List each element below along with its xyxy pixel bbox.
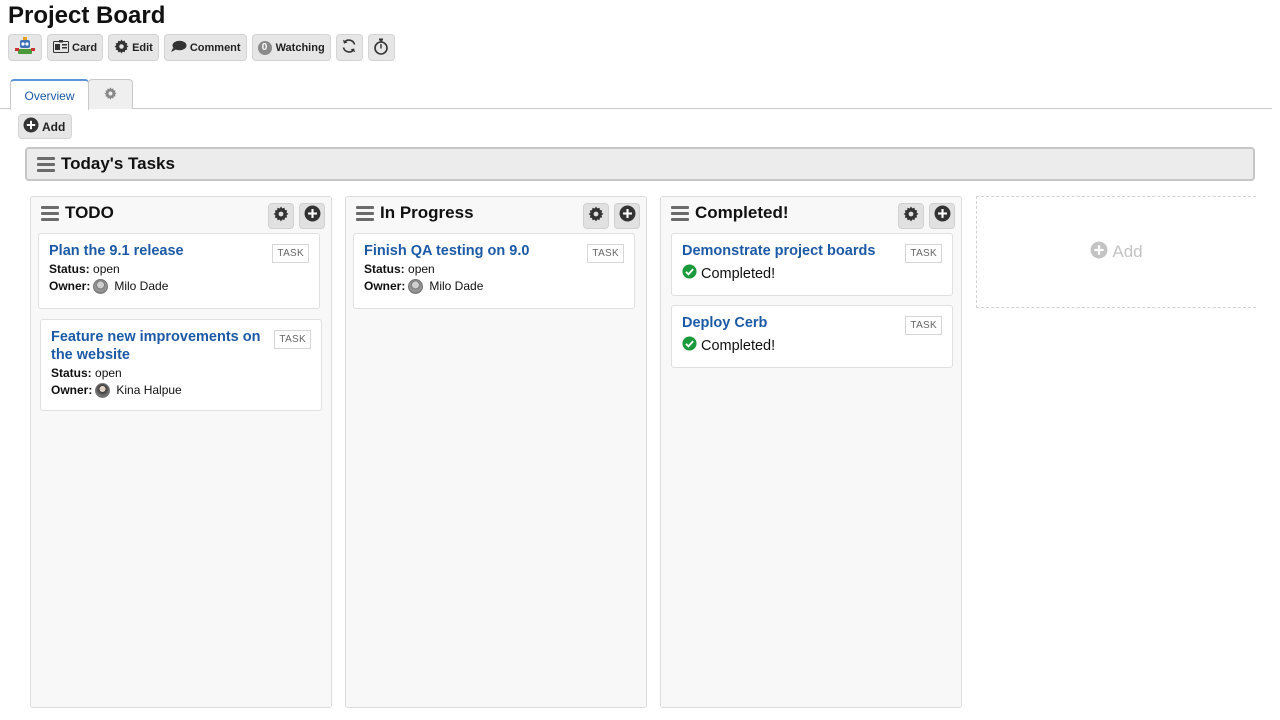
comment-button[interactable]: Comment (163, 34, 247, 61)
comment-icon (170, 40, 187, 56)
column-title: In Progress (380, 203, 474, 222)
board-column-completed: Completed! Demonstrate project boards TA… (660, 196, 962, 708)
status-value: open (93, 262, 120, 276)
card-title-link[interactable]: Deploy Cerb (682, 314, 942, 332)
task-card[interactable]: Feature new improvements on the website … (40, 319, 322, 411)
check-circle-icon (682, 264, 697, 283)
column-title: TODO (65, 203, 114, 222)
section-title: Today's Tasks (61, 154, 175, 173)
column-header: TODO (41, 203, 114, 223)
avatar (93, 279, 109, 294)
owner-name[interactable]: Milo Dade (429, 279, 483, 294)
plus-circle-icon (304, 205, 321, 227)
page-title: Project Board (8, 2, 166, 29)
status-row: Status: open (364, 262, 435, 276)
status-row: Status: open (49, 262, 120, 276)
id-card-icon (53, 39, 69, 56)
avatar (408, 279, 424, 294)
task-type-badge: TASK (587, 244, 624, 263)
status-value: open (95, 366, 122, 380)
completed-label: Completed! (701, 337, 776, 354)
gear-icon (588, 206, 604, 227)
owner-name[interactable]: Milo Dade (114, 279, 168, 294)
task-type-badge: TASK (272, 244, 309, 263)
card-title-link[interactable]: Demonstrate project boards (682, 242, 942, 260)
completed-label: Completed! (701, 265, 776, 282)
board-column-in-progress: In Progress Finish QA testing on 9.0 TAS… (345, 196, 647, 708)
card-title-link[interactable]: Plan the 9.1 release (49, 242, 309, 260)
task-card[interactable]: Plan the 9.1 release TASK Status: open O… (38, 233, 320, 309)
completed-status: Completed! (682, 336, 942, 355)
refresh-button[interactable] (335, 34, 363, 61)
task-card[interactable]: Demonstrate project boards TASK Complete… (671, 233, 953, 296)
robot-logo-icon (14, 36, 36, 59)
owner-row: Owner: Milo Dade (364, 279, 484, 294)
task-card[interactable]: Deploy Cerb TASK Completed! (671, 305, 953, 368)
plus-circle-icon (619, 205, 636, 227)
timer-button[interactable] (367, 34, 395, 61)
check-circle-icon (682, 336, 697, 355)
gear-icon (273, 206, 289, 227)
tab-bar: Overview (0, 79, 1272, 110)
card-title-link[interactable]: Feature new improvements on the website (51, 328, 311, 364)
plus-circle-icon (1090, 241, 1108, 264)
owner-name[interactable]: Kina Halpue (116, 383, 181, 398)
column-add-button[interactable] (299, 203, 325, 229)
add-button[interactable]: Add (18, 114, 73, 139)
refresh-icon (341, 38, 357, 57)
board-column-todo: TODO Plan the 9.1 release TASK Status: o… (30, 196, 332, 708)
add-label: Add (42, 119, 66, 134)
tab-overview[interactable]: Overview (10, 79, 89, 110)
column-header: In Progress (356, 203, 474, 223)
card-label: Card (72, 41, 98, 54)
card-title-link[interactable]: Finish QA testing on 9.0 (364, 242, 624, 260)
avatar (95, 383, 111, 398)
section-header[interactable]: Today's Tasks (25, 147, 1255, 181)
add-column-label: Add (1112, 242, 1143, 261)
status-value: open (408, 262, 435, 276)
tab-overview-label: Overview (24, 88, 75, 103)
drag-handle-icon[interactable] (356, 205, 374, 221)
toolbar: Card Edit Comment 0 Watching (8, 34, 395, 61)
task-type-badge: TASK (905, 244, 942, 263)
add-column-button[interactable]: Add (976, 196, 1256, 308)
tab-settings[interactable] (88, 79, 133, 109)
card-button[interactable]: Card (47, 34, 104, 61)
task-type-badge: TASK (274, 330, 311, 349)
column-settings-button[interactable] (583, 203, 609, 229)
edit-label: Edit (132, 41, 153, 54)
logo-button[interactable] (8, 34, 42, 61)
edit-button[interactable]: Edit (108, 34, 159, 61)
plus-circle-icon (934, 205, 951, 227)
column-title: Completed! (695, 203, 789, 222)
column-settings-button[interactable] (268, 203, 294, 229)
column-header: Completed! (671, 203, 789, 223)
drag-handle-icon[interactable] (37, 156, 55, 172)
task-type-badge: TASK (905, 316, 942, 335)
watching-button[interactable]: 0 Watching (251, 34, 331, 61)
watching-label: Watching (275, 41, 325, 54)
stopwatch-icon (373, 38, 389, 58)
gear-icon (114, 38, 129, 57)
task-card[interactable]: Finish QA testing on 9.0 TASK Status: op… (353, 233, 635, 309)
plus-circle-icon (23, 117, 39, 136)
column-add-button[interactable] (929, 203, 955, 229)
owner-row: Owner: Kina Halpue (51, 383, 182, 398)
status-row: Status: open (51, 366, 122, 380)
column-settings-button[interactable] (898, 203, 924, 229)
gear-icon (903, 206, 919, 227)
owner-row: Owner: Milo Dade (49, 279, 169, 294)
comment-label: Comment (189, 41, 241, 54)
column-add-button[interactable] (614, 203, 640, 229)
gear-icon (104, 86, 117, 103)
drag-handle-icon[interactable] (41, 205, 59, 221)
watcher-count-badge: 0 (257, 40, 272, 55)
drag-handle-icon[interactable] (671, 205, 689, 221)
completed-status: Completed! (682, 264, 942, 283)
